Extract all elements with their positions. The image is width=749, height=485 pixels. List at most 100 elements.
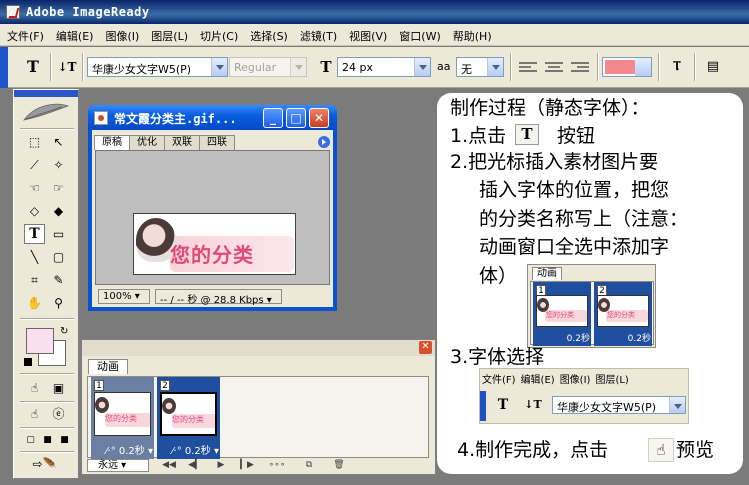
screen-mode-full-icon[interactable]: ■	[54, 430, 75, 450]
warp-text-icon[interactable]: Ⲧ	[666, 56, 688, 78]
chevron-down-icon	[669, 397, 685, 413]
paint-bucket-tool-icon[interactable]: ◆	[48, 201, 69, 221]
frame-delay[interactable]: ⁄·° 0.2秒 ▾	[161, 442, 219, 457]
document-status-bar: 100% ▾ -- / -- 秒 @ 28.8 Kbps ▾	[95, 288, 330, 306]
toolbox-grip	[14, 90, 78, 97]
tab-animation[interactable]: 动画	[88, 359, 128, 374]
snippet-orientation-icon: ↓T	[524, 398, 542, 411]
menu-view[interactable]: 视图(V)	[342, 24, 392, 44]
text-orientation-icon[interactable]: ↓T	[56, 56, 78, 78]
palette-toggle-icon[interactable]: ▤	[702, 56, 724, 78]
instructions-panel: 制作过程（静态字体）： 1.点击 T 按钮 2.把光标插入素材图片要 插入字体的…	[437, 93, 743, 474]
zoom-select[interactable]: 100% ▾	[98, 289, 150, 304]
menu-slice[interactable]: 切片(C)	[193, 24, 243, 44]
first-frame-icon[interactable]: ◀◀	[157, 459, 181, 472]
preview-document-icon[interactable]: ☝	[24, 404, 45, 424]
font-family-select[interactable]: 华康少女文字W5(P)	[87, 57, 228, 77]
menu-image[interactable]: 图像(I)	[98, 24, 144, 44]
tab-scroll-right-icon[interactable]	[318, 136, 330, 148]
snippet-thumb-text: 您的分类	[607, 311, 635, 319]
menu-edit[interactable]: 编辑(E)	[49, 24, 99, 44]
preview-hand-icon[interactable]: ☝	[24, 378, 45, 398]
chevron-down-icon	[211, 58, 227, 76]
crop-hand-tool-icon[interactable]: ☜	[24, 178, 45, 198]
snippet-frame: 1 您的分类 0.2秒	[533, 282, 591, 346]
document-body: 原稿 优化 双联 四联 您的分类 100% ▾ -- / -- 秒 @ 28.8 Kb…	[92, 130, 333, 307]
tween-icon[interactable]: ∘∘∘	[265, 459, 289, 472]
snippet-thumb-text: 您的分类	[546, 311, 574, 319]
align-left-icon	[519, 62, 537, 72]
default-colors-icon[interactable]	[24, 358, 32, 366]
menu-bar: 文件(F) 编辑(E) 图像(I) 图层(L) 切片(C) 选择(S) 滤镜(T) 视图(V)…	[0, 24, 749, 46]
slice-hand-tool-icon[interactable]: ☞	[48, 178, 69, 198]
next-frame-icon[interactable]: ▎▶	[235, 459, 259, 472]
duplicate-frame-icon[interactable]: ⧉	[297, 459, 321, 472]
lasso-tool-icon[interactable]: ⟋	[24, 155, 45, 175]
rectangle-tool-icon[interactable]: ▭	[48, 224, 69, 244]
minimize-button[interactable]: _	[263, 108, 283, 128]
eraser-tool-icon[interactable]: ◇	[24, 201, 45, 221]
document-title-bar: 常文霞分类主.gif... _ □ ✕	[88, 105, 337, 130]
menu-window[interactable]: 窗口(W)	[392, 24, 445, 44]
font-size-icon: T	[320, 58, 332, 76]
document-title: 常文霞分类主.gif...	[114, 112, 237, 126]
tab-optimized[interactable]: 优化	[129, 135, 165, 150]
image-map-visibility-icon[interactable]: ▣	[48, 378, 69, 398]
crop-tool-icon[interactable]: ⌗	[24, 270, 45, 290]
document-window: 常文霞分类主.gif... _ □ ✕ 原稿 优化 双联 四联 您的分类 100% ▾…	[88, 105, 337, 311]
font-size-value: 24 px	[342, 61, 373, 74]
snippet-frame-thumbnail: 您的分类	[536, 295, 588, 327]
maximize-button[interactable]: □	[286, 108, 306, 128]
delete-frame-icon[interactable]: 🗑	[327, 459, 351, 472]
antialias-value: 无	[461, 63, 472, 76]
font-size-select[interactable]: 24 px	[337, 57, 431, 77]
step-1-prefix: 1.点击	[450, 125, 507, 147]
snippet-menu-file: 文件(F)	[482, 375, 516, 386]
menu-select[interactable]: 选择(S)	[243, 24, 293, 44]
frame-delay[interactable]: ⁄·° 0.2秒 ▾	[95, 442, 153, 457]
tab-original[interactable]: 原稿	[94, 135, 130, 150]
animation-controls: 永远 ▾ ◀◀ ◀▎ ▶ ▎▶ ∘∘∘ ⧉ 🗑	[87, 459, 432, 473]
canvas-area[interactable]: 您的分类	[95, 150, 330, 285]
preview-browser-icon[interactable]: ⓔ	[48, 404, 69, 424]
tab-4-up[interactable]: 四联	[199, 135, 235, 150]
menu-filter[interactable]: 滤镜(T)	[293, 24, 342, 44]
font-style-value: Regular	[234, 61, 277, 74]
eyedropper-tool-icon[interactable]: ✎	[48, 270, 69, 290]
step-4-suffix: 预览	[676, 439, 715, 461]
step-4-prefix: 4.制作完成，点击	[457, 439, 609, 461]
menu-help[interactable]: 帮助(H)	[446, 24, 497, 44]
line-tool-icon[interactable]: ╲	[24, 247, 45, 267]
magic-wand-tool-icon[interactable]: ✧	[48, 155, 69, 175]
move-tool-icon[interactable]: ↖	[48, 132, 69, 152]
download-time-select[interactable]: -- / -- 秒 @ 28.8 Kbps ▾	[155, 289, 282, 306]
close-icon[interactable]: ✕	[419, 341, 432, 354]
frame-item[interactable]: 2 您的分类 ⁄·° 0.2秒 ▾	[157, 377, 220, 459]
loop-select[interactable]: 永远 ▾	[87, 459, 149, 472]
antialias-select[interactable]: 无	[456, 57, 504, 77]
text-color-picker[interactable]	[602, 57, 652, 77]
foreground-color-swatch[interactable]	[26, 328, 54, 354]
frame-thumbnail: 您的分类	[160, 392, 217, 436]
type-tool-button[interactable]: T	[24, 224, 45, 244]
chevron-down-icon	[635, 58, 651, 76]
previous-frame-icon[interactable]: ◀▎	[183, 459, 207, 472]
download-time-value: -- / -- 秒 @ 28.8 Kbps	[160, 295, 264, 306]
type-tool-icon[interactable]: T	[22, 56, 44, 78]
snippet-menu-image: 图像(I)	[559, 375, 591, 386]
jump-to-photoshop-icon[interactable]: ⇨🪶	[24, 454, 66, 474]
play-icon[interactable]: ▶	[209, 459, 233, 472]
snippet-menu-edit: 编辑(E)	[520, 375, 555, 386]
close-button[interactable]: ✕	[309, 108, 329, 128]
frame-thumb-text: 您的分类	[172, 415, 204, 424]
menu-layer[interactable]: 图层(L)	[144, 24, 193, 44]
marquee-tool-icon[interactable]: ⬚	[24, 132, 45, 152]
frame-thumbnail: 您的分类	[94, 392, 151, 436]
rounded-rect-tool-icon[interactable]: ▢	[48, 247, 69, 267]
zoom-tool-icon[interactable]: ⚲	[48, 293, 69, 313]
menu-file[interactable]: 文件(F)	[0, 24, 49, 44]
frame-item[interactable]: 1 您的分类 ⁄·° 0.2秒 ▾	[91, 377, 154, 459]
tab-2-up[interactable]: 双联	[164, 135, 200, 150]
hand-tool-icon[interactable]: ✋	[24, 293, 45, 313]
swap-colors-icon[interactable]: ↻	[60, 326, 68, 337]
